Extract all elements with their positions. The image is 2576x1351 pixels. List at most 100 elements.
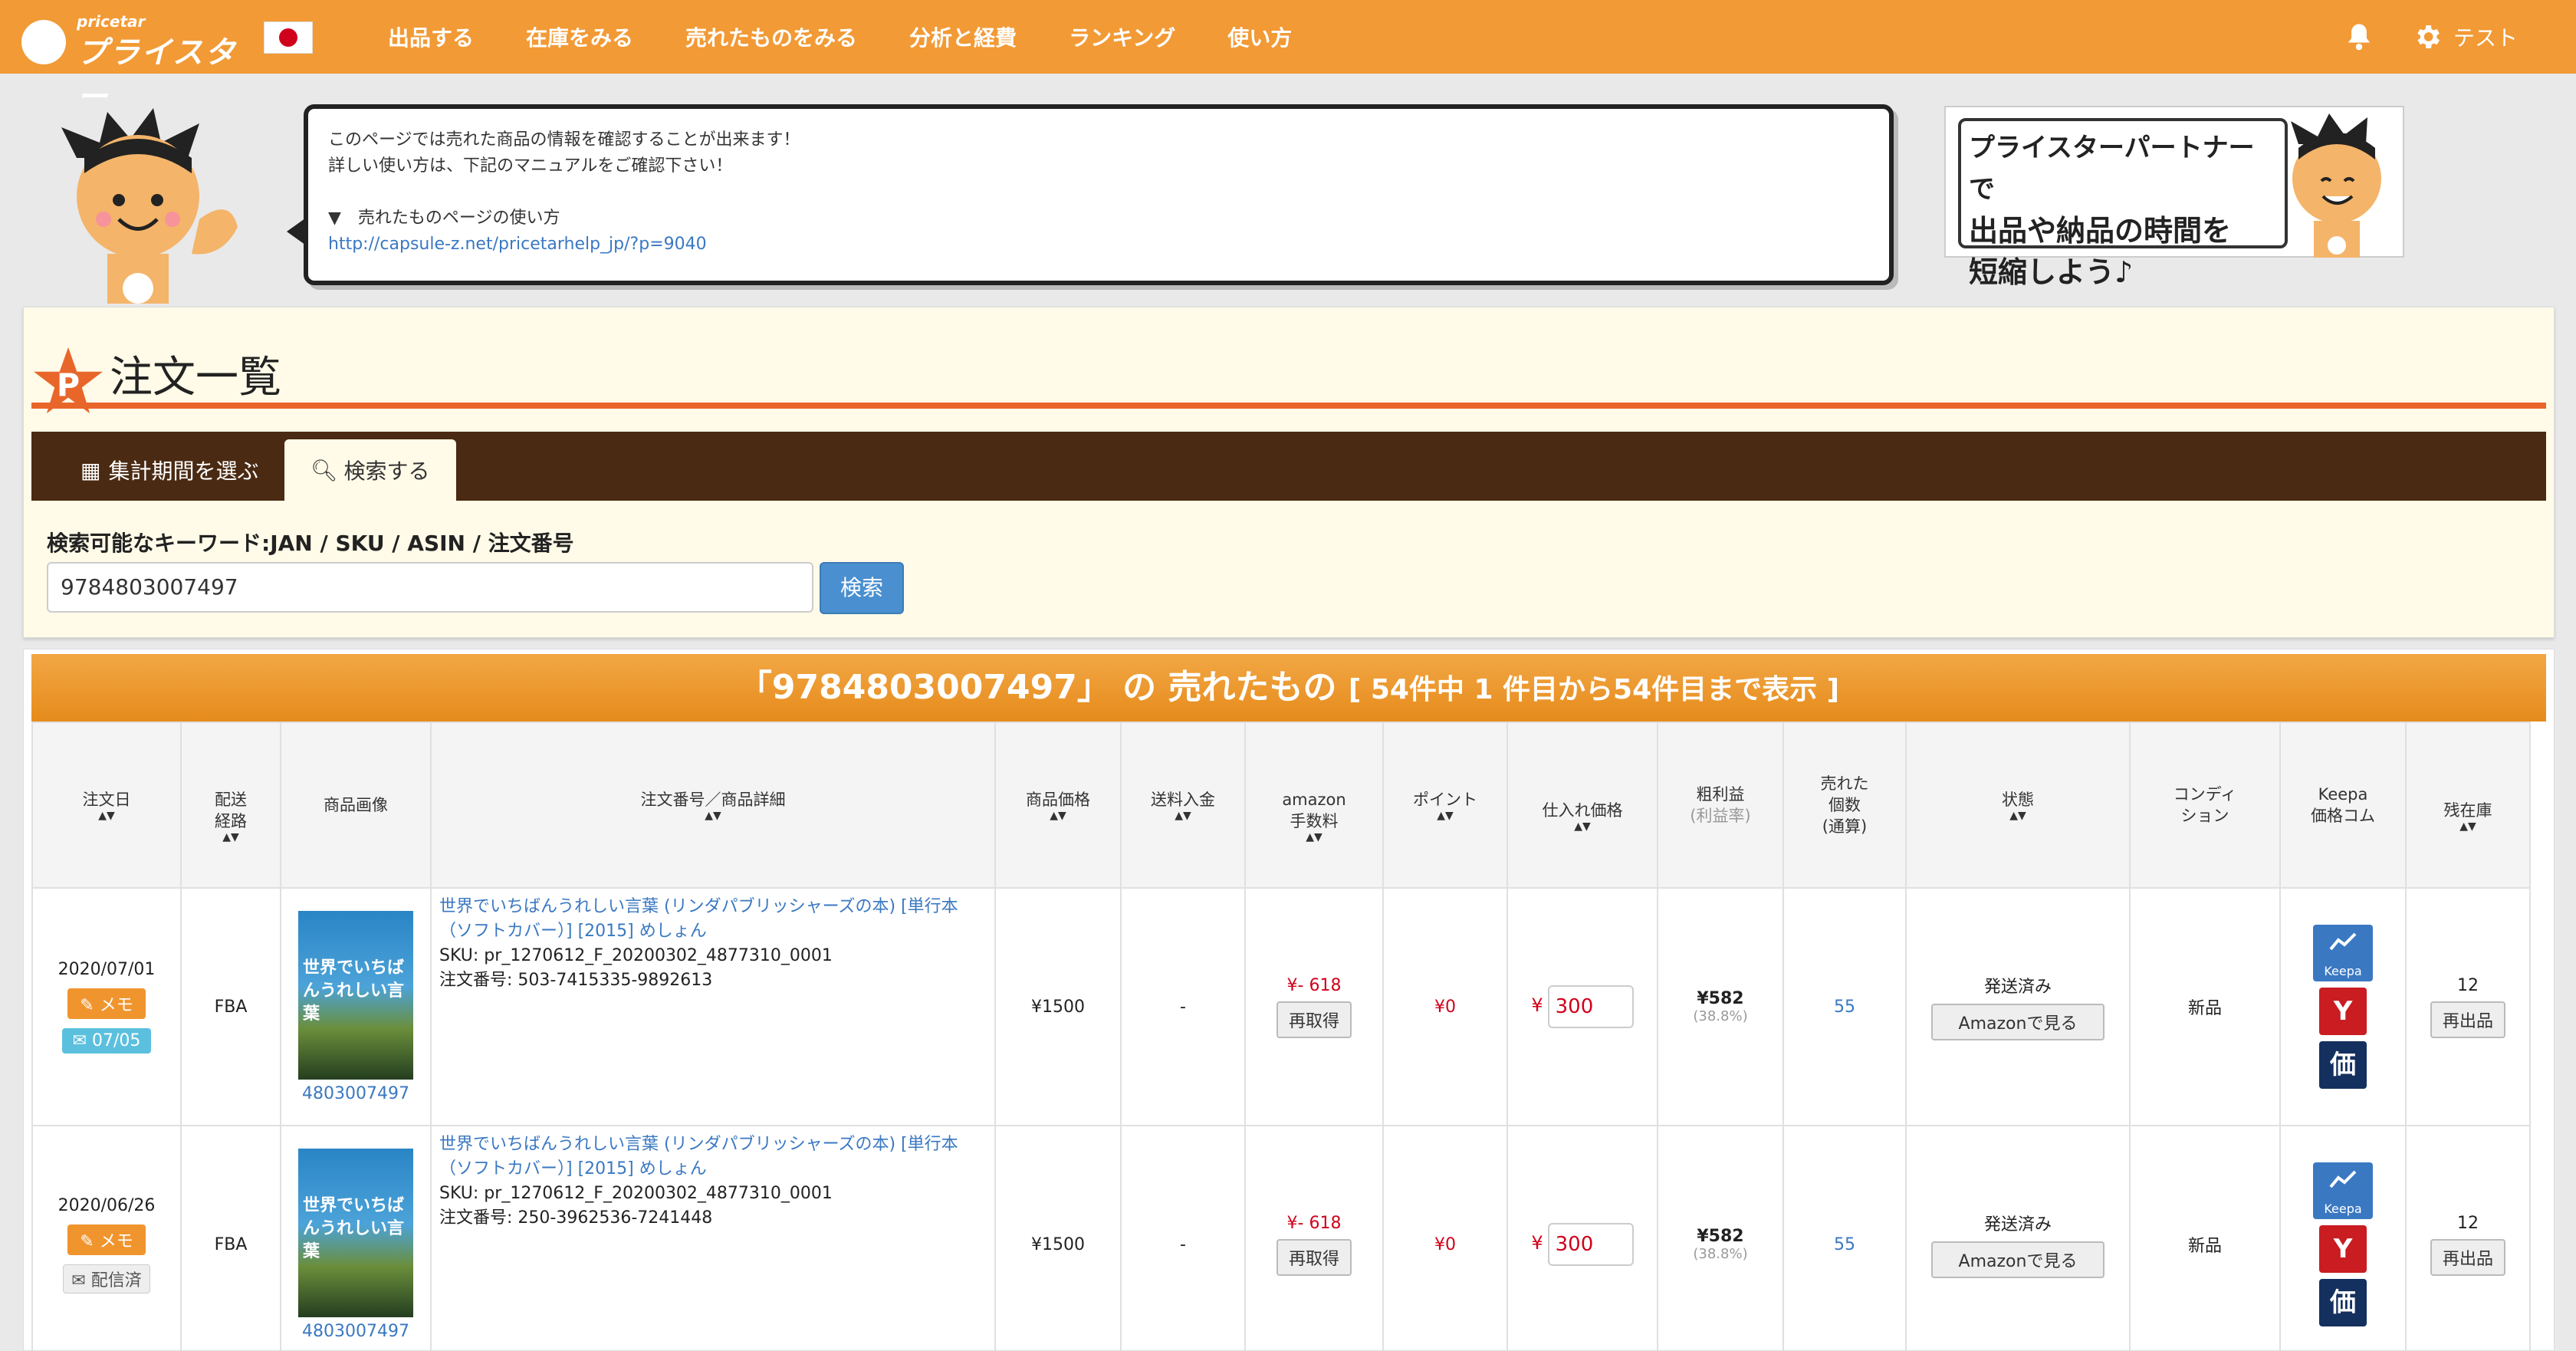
product-title-link[interactable]: 世界でいちばんうれしい言葉 (リンダパブリッシャーズの本) [単行本（ソフトカバ…	[439, 1135, 958, 1178]
yen-symbol: ¥	[1531, 994, 1543, 1016]
asin-link[interactable]: 4803007497	[282, 1084, 429, 1103]
sort-icon: ▲▼	[705, 810, 721, 822]
shipped-badge[interactable]: ✉ 07/05	[61, 1028, 152, 1054]
profit-cell: ¥582 (38.8%)	[1657, 1125, 1784, 1350]
yen-symbol: ¥	[1531, 1232, 1543, 1254]
col-point[interactable]: ポイント ▲▼	[1382, 722, 1508, 889]
bell-icon[interactable]	[2346, 21, 2372, 51]
cover-text: 世界でいちばんうれしい言葉	[303, 1195, 405, 1261]
partner-banner[interactable]: プライスターパートナーで 出品や納品の時間を 短縮しよう♪	[1944, 106, 2404, 289]
col-fee[interactable]: amazon 手数料 ▲▼	[1244, 722, 1384, 889]
banner-mascot-icon	[2291, 113, 2381, 258]
yahoo-icon[interactable]: Y	[2319, 988, 2367, 1035]
memo-button[interactable]: ✎ メモ	[67, 1224, 146, 1255]
sort-icon: ▲▼	[1050, 810, 1066, 822]
logo-main-text: プライスター	[77, 35, 237, 115]
cost-cell: ¥300	[1506, 1125, 1658, 1350]
top-navbar: pricetar プライスター 出品する 在庫をみる 売れたものをみる 分析と経…	[0, 0, 2576, 115]
fee-value: ¥- 618	[1286, 1213, 1342, 1233]
product-image[interactable]: 世界でいちばんうれしい言葉	[298, 910, 413, 1080]
order-date-cell: 2020/06/26 ✎ メモ ✉ 配信済	[31, 1125, 182, 1350]
refetch-button[interactable]: 再取得	[1276, 1238, 1352, 1276]
col-profit[interactable]: 粗利益 (利益率)	[1657, 722, 1784, 889]
pricetar-logo[interactable]: pricetar プライスター	[21, 9, 251, 115]
view-amazon-button[interactable]: Amazonで見る	[1930, 1241, 2105, 1278]
sort-icon: ▲▼	[1437, 810, 1454, 822]
stock-cell: 12 再出品	[2405, 1125, 2531, 1350]
yahoo-icon[interactable]: Y	[2319, 1225, 2367, 1273]
status-cell: 発送済み Amazonで見る	[1905, 1125, 2131, 1350]
col-status[interactable]: 状態 ▲▼	[1905, 722, 2131, 889]
col-date[interactable]: 注文日 ▲▼	[31, 722, 182, 889]
keepa-cell: Keepa Y 価	[2279, 1125, 2407, 1350]
order-number: 注文番号: 503-7415335-9892613	[439, 971, 713, 990]
sort-icon: ▲▼	[1574, 820, 1591, 833]
nav-ranking[interactable]: ランキング	[1069, 21, 1175, 52]
keyword-label: 検索可能なキーワード:JAN / SKU / ASIN / 注文番号	[47, 531, 574, 556]
sent-badge[interactable]: ✉ 配信済	[63, 1264, 150, 1293]
profit-rate: (38.8%)	[1693, 1008, 1748, 1024]
col-detail[interactable]: 注文番号／商品詳細 ▲▼	[430, 722, 996, 889]
col-shipping[interactable]: 送料入金 ▲▼	[1120, 722, 1246, 889]
asin-link[interactable]: 4803007497	[282, 1322, 429, 1341]
col-condition[interactable]: コンディ ション	[2129, 722, 2281, 889]
nav-inventory[interactable]: 在庫をみる	[526, 21, 633, 52]
price-cell: ¥1500	[994, 887, 1122, 1126]
memo-button[interactable]: ✎ メモ	[67, 988, 146, 1019]
table-row: 2020/07/01 ✎ メモ ✉ 07/05 FBA 世界でいちばんうれしい言…	[31, 887, 2531, 1126]
sold-count-link[interactable]: 55	[1834, 998, 1855, 1017]
col-stock[interactable]: 残在庫 ▲▼	[2405, 722, 2531, 889]
cover-text: 世界でいちばんうれしい言葉	[303, 958, 405, 1024]
logo-mascot-icon	[21, 20, 66, 64]
tab-search-label: 検索する	[343, 459, 430, 484]
sort-icon: ▲▼	[2009, 810, 2026, 822]
sort-icon: ▲▼	[2459, 820, 2476, 833]
search-button[interactable]: 検索	[820, 562, 904, 614]
kakaku-icon[interactable]: 価	[2319, 1279, 2367, 1326]
tab-period[interactable]: ▦ 集計期間を選ぶ	[54, 439, 284, 501]
gear-icon[interactable]	[2412, 21, 2443, 52]
product-title-link[interactable]: 世界でいちばんうれしい言葉 (リンダパブリッシャーズの本) [単行本（ソフトカバ…	[439, 897, 958, 941]
sold-count-link[interactable]: 55	[1834, 1235, 1855, 1254]
page-title: 注文一覧	[110, 353, 281, 403]
manual-link[interactable]: http://capsule-z.net/pricetarhelp_jp/?p=…	[328, 235, 707, 254]
product-image[interactable]: 世界でいちばんうれしい言葉	[298, 1148, 413, 1317]
refetch-button[interactable]: 再取得	[1276, 1001, 1352, 1038]
sku-text: SKU: pr_1270612_F_20200302_4877310_0001	[439, 946, 833, 965]
notice-line: ▼ 売れたものページの使い方	[328, 209, 560, 228]
cost-cell: ¥300	[1506, 887, 1658, 1126]
kakaku-icon[interactable]: 価	[2319, 1041, 2367, 1089]
keepa-chart-icon[interactable]: Keepa	[2313, 1162, 2373, 1219]
detail-cell: 世界でいちばんうれしい言葉 (リンダパブリッシャーズの本) [単行本（ソフトカバ…	[430, 1125, 996, 1350]
col-cost[interactable]: 仕入れ価格 ▲▼	[1506, 722, 1658, 889]
order-date-cell: 2020/07/01 ✎ メモ ✉ 07/05	[31, 887, 182, 1126]
results-panel: 「9784803007497」 の 売れたもの [ 54件中 1 件目から54件…	[23, 649, 2555, 1351]
cost-input[interactable]: 300	[1547, 1223, 1634, 1266]
notice-line: このページでは売れた商品の情報を確認することが出来ます！	[328, 130, 800, 150]
col-image: 商品画像	[280, 722, 432, 889]
col-route[interactable]: 配送 経路 ▲▼	[180, 722, 281, 889]
keepa-chart-icon[interactable]: Keepa	[2313, 925, 2373, 981]
view-amazon-button[interactable]: Amazonで見る	[1930, 1004, 2105, 1040]
order-search-panel: P 注文一覧 ▦ 集計期間を選ぶ 🔍︎ 検索する 検索可能なキーワード:JAN …	[23, 307, 2555, 638]
main-nav: 出品する 在庫をみる 売れたものをみる 分析と経費 ランキング 使い方	[388, 0, 1344, 74]
title-divider	[31, 403, 2546, 409]
banner-line: 短縮しよう♪	[1969, 255, 2134, 289]
col-sold[interactable]: 売れた 個数 (通算)	[1783, 722, 1907, 889]
sort-icon: ▲▼	[222, 831, 239, 843]
relist-button[interactable]: 再出品	[2430, 1238, 2505, 1276]
japan-flag-icon[interactable]	[264, 21, 313, 54]
nav-analysis[interactable]: 分析と経費	[909, 21, 1017, 52]
user-name[interactable]: テスト	[2453, 21, 2518, 52]
search-input[interactable]: 9784803007497	[47, 562, 813, 613]
order-number: 注文番号: 250-3962536-7241448	[439, 1208, 713, 1228]
nav-howto[interactable]: 使い方	[1227, 21, 1292, 52]
tab-search[interactable]: 🔍︎ 検索する	[284, 439, 456, 501]
relist-button[interactable]: 再出品	[2430, 1001, 2505, 1038]
cost-input[interactable]: 300	[1547, 985, 1634, 1028]
nav-sold[interactable]: 売れたものをみる	[685, 21, 857, 52]
nav-listing[interactable]: 出品する	[388, 21, 474, 52]
sort-icon: ▲▼	[98, 810, 115, 822]
col-price[interactable]: 商品価格 ▲▼	[994, 722, 1122, 889]
point-cell: ¥0	[1382, 1125, 1508, 1350]
